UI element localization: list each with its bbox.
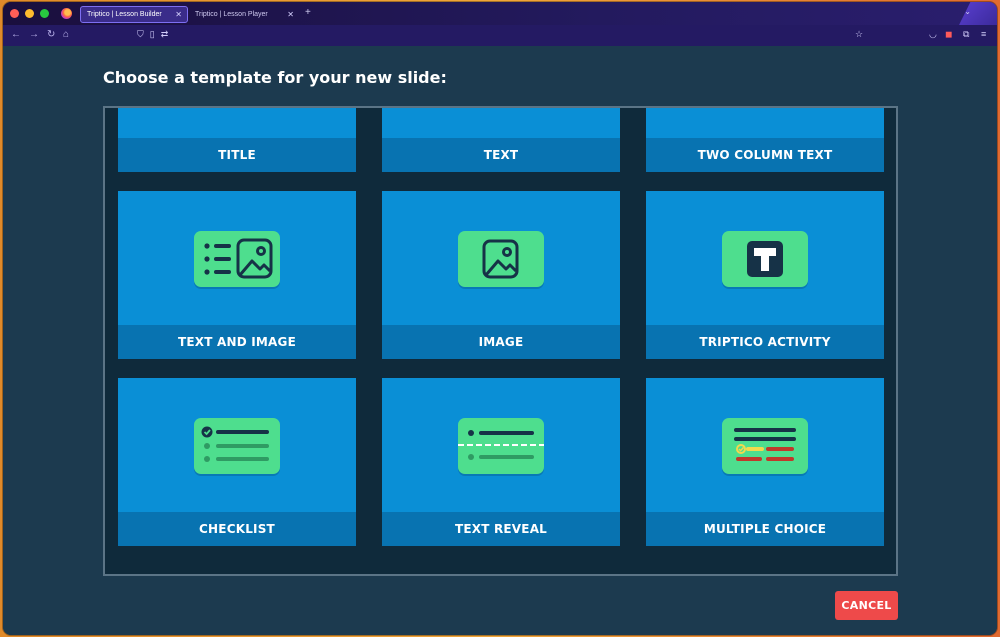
page-icon[interactable]: ▯ xyxy=(150,29,155,40)
tab-title: Triptico | Lesson Builder xyxy=(87,11,162,18)
new-tab-icon[interactable]: + xyxy=(305,7,311,18)
template-label: TWO COLUMN TEXT xyxy=(646,138,884,172)
template-label: TEXT xyxy=(382,138,620,172)
page-title: Choose a template for your new slide: xyxy=(103,68,447,87)
text-reveal-icon xyxy=(458,418,544,474)
extension-icon[interactable]: ◼ xyxy=(945,29,952,40)
tab-bar: Triptico | Lesson Builder ✕ Triptico | L… xyxy=(3,2,997,25)
maximize-window-button[interactable] xyxy=(40,9,49,18)
template-card-text[interactable]: TEXT xyxy=(382,108,620,172)
template-card-title[interactable]: TITLE xyxy=(118,108,356,172)
template-label: MULTIPLE CHOICE xyxy=(646,512,884,546)
bookmark-star-icon[interactable]: ☆ xyxy=(855,29,863,40)
close-window-button[interactable] xyxy=(10,9,19,18)
back-icon[interactable]: ← xyxy=(11,29,21,40)
menu-icon[interactable]: ≡ xyxy=(981,29,986,39)
permissions-icon[interactable]: ⇄ xyxy=(161,29,169,40)
template-card-triptico-activity[interactable]: TRIPTICO ACTIVITY xyxy=(646,191,884,359)
triptico-activity-icon xyxy=(722,231,808,287)
template-card-checklist[interactable]: CHECKLIST xyxy=(118,378,356,546)
template-card-two-column-text[interactable]: TWO COLUMN TEXT xyxy=(646,108,884,172)
home-icon[interactable]: ⌂ xyxy=(63,29,69,40)
main-content: Choose a template for your new slide: TI… xyxy=(3,46,997,635)
reload-icon[interactable]: ↻ xyxy=(47,29,55,40)
close-tab-icon[interactable]: ✕ xyxy=(287,10,294,19)
tab-title: Triptico | Lesson Player xyxy=(195,11,268,18)
image-icon xyxy=(458,231,544,287)
template-label: TEXT AND IMAGE xyxy=(118,325,356,359)
checklist-icon xyxy=(194,418,280,474)
extensions-puzzle-icon[interactable]: ⧉ xyxy=(963,29,969,40)
close-tab-icon[interactable]: ✕ xyxy=(175,10,182,19)
tab-list-icon[interactable]: ⌄ xyxy=(964,7,971,16)
pocket-icon[interactable]: ◡ xyxy=(929,29,937,40)
template-label: TRIPTICO ACTIVITY xyxy=(646,325,884,359)
firefox-icon xyxy=(61,8,72,19)
template-label: TITLE xyxy=(118,138,356,172)
multiple-choice-icon xyxy=(722,418,808,474)
template-grid[interactable]: TITLE TEXT TWO COLUMN TEXT TEXT AND IMAG… xyxy=(103,106,898,576)
shield-icon[interactable]: ⛉ xyxy=(137,29,144,40)
forward-icon[interactable]: → xyxy=(29,29,39,40)
template-card-text-and-image[interactable]: TEXT AND IMAGE xyxy=(118,191,356,359)
template-card-multiple-choice[interactable]: MULTIPLE CHOICE xyxy=(646,378,884,546)
navigation-bar: ← → ↻ ⌂ ⛉ ▯ ⇄ ☆ ◡ ◼ ⧉ ≡ xyxy=(3,25,997,46)
tab-lesson-player[interactable]: Triptico | Lesson Player ✕ xyxy=(189,6,299,23)
template-card-text-reveal[interactable]: TEXT REVEAL xyxy=(382,378,620,546)
template-label: IMAGE xyxy=(382,325,620,359)
window-controls xyxy=(10,9,49,18)
template-label: CHECKLIST xyxy=(118,512,356,546)
tab-lesson-builder[interactable]: Triptico | Lesson Builder ✕ xyxy=(80,6,188,23)
template-card-image[interactable]: IMAGE xyxy=(382,191,620,359)
url-bar[interactable]: ⛉ ▯ ⇄ xyxy=(137,29,168,40)
browser-window: Triptico | Lesson Builder ✕ Triptico | L… xyxy=(3,2,997,635)
text-and-image-icon xyxy=(194,231,280,287)
cancel-button[interactable]: CANCEL xyxy=(835,591,898,620)
minimize-window-button[interactable] xyxy=(25,9,34,18)
template-label: TEXT REVEAL xyxy=(382,512,620,546)
